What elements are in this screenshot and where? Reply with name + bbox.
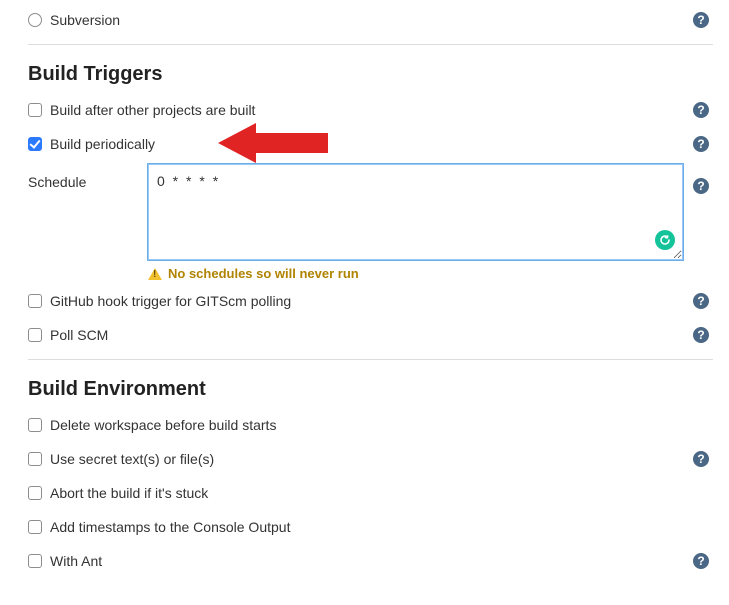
secret-text-row: Use secret text(s) or file(s) ? [28,445,713,473]
abort-stuck-row: Abort the build if it's stuck [28,479,713,507]
grammarly-icon[interactable] [655,230,675,250]
build-periodically-row: Build periodically ? [28,130,713,158]
timestamps-label: Add timestamps to the Console Output [50,519,290,535]
abort-stuck-checkbox[interactable] [28,486,42,500]
scm-subversion-row: Subversion ? [28,6,713,34]
poll-scm-checkbox[interactable] [28,328,42,342]
poll-scm-row: Poll SCM ? [28,321,713,349]
with-ant-checkbox[interactable] [28,554,42,568]
build-periodically-label: Build periodically [50,136,155,152]
help-icon[interactable]: ? [693,451,709,467]
github-hook-label: GitHub hook trigger for GITScm polling [50,293,291,309]
warning-icon [148,268,162,280]
help-icon[interactable]: ? [693,178,709,194]
help-icon[interactable]: ? [693,136,709,152]
delete-workspace-label: Delete workspace before build starts [50,417,276,433]
schedule-textarea[interactable] [148,164,683,260]
help-icon[interactable]: ? [693,293,709,309]
abort-stuck-label: Abort the build if it's stuck [50,485,208,501]
help-icon[interactable]: ? [693,553,709,569]
timestamps-checkbox[interactable] [28,520,42,534]
poll-scm-label: Poll SCM [50,327,108,343]
secret-text-checkbox[interactable] [28,452,42,466]
with-ant-row: With Ant ? [28,547,713,575]
build-after-row: Build after other projects are built ? [28,96,713,124]
with-ant-label: With Ant [50,553,102,569]
help-icon[interactable]: ? [693,12,709,28]
timestamps-row: Add timestamps to the Console Output [28,513,713,541]
delete-workspace-row: Delete workspace before build starts [28,411,713,439]
build-environment-title: Build Environment [28,378,713,401]
build-after-checkbox[interactable] [28,103,42,117]
schedule-warning-row: No schedules so will never run [148,266,713,281]
config-page: Subversion ? Build Triggers Build after … [0,0,729,605]
schedule-warning-text: No schedules so will never run [168,266,359,281]
schedule-label: Schedule [28,164,148,190]
github-hook-checkbox[interactable] [28,294,42,308]
build-triggers-title: Build Triggers [28,63,713,86]
secret-text-label: Use secret text(s) or file(s) [50,451,214,467]
scm-subversion-label: Subversion [50,12,120,28]
github-hook-row: GitHub hook trigger for GITScm polling ? [28,287,713,315]
section-divider [28,359,713,360]
delete-workspace-checkbox[interactable] [28,418,42,432]
help-icon[interactable]: ? [693,102,709,118]
scm-subversion-radio[interactable] [28,13,42,27]
annotation-arrow [218,126,328,160]
build-periodically-checkbox[interactable] [28,137,42,151]
section-divider [28,44,713,45]
help-icon[interactable]: ? [693,327,709,343]
build-after-label: Build after other projects are built [50,102,255,118]
schedule-row: Schedule ? [28,164,713,260]
